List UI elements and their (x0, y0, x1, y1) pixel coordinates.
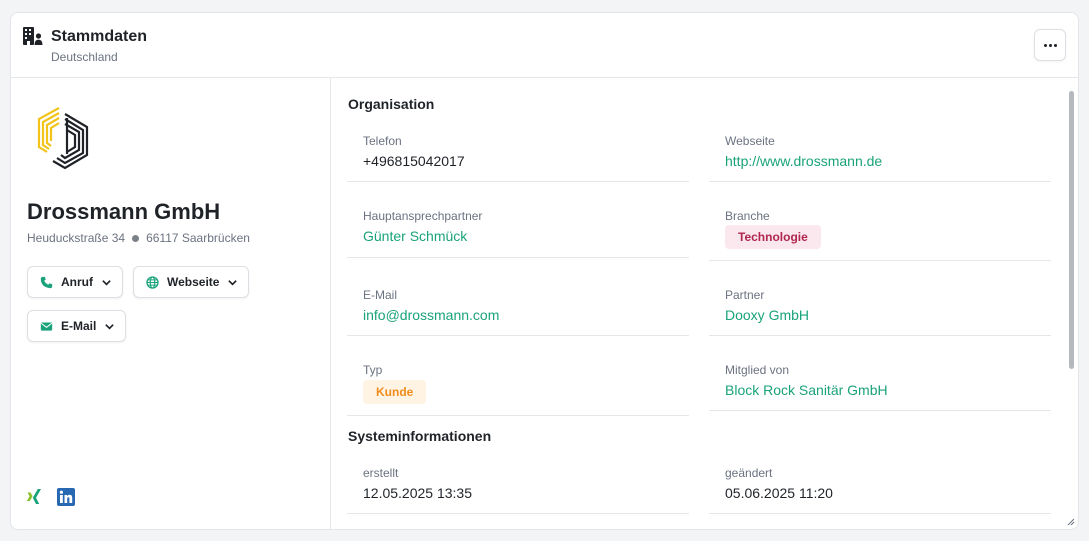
building-user-icon (23, 27, 43, 45)
field-telefon: Telefon +496815042017 (347, 134, 689, 182)
chevron-down-icon (228, 279, 238, 286)
phone-value[interactable]: +496815042017 (363, 153, 465, 169)
field-label: E-Mail (363, 288, 398, 302)
section-title-systeminformationen: Systeminformationen (348, 428, 492, 444)
website-link[interactable]: http://www.drossmann.de (725, 153, 882, 169)
scrollbar-thumb[interactable] (1069, 91, 1074, 369)
chevron-down-icon (102, 279, 111, 286)
call-button-label: Anruf (61, 275, 93, 289)
modified-value: 05.06.2025 11:20 (725, 485, 833, 501)
industry-badge: Technologie (725, 225, 821, 249)
field-label: Hauptansprechpartner (363, 209, 483, 223)
phone-icon (40, 276, 53, 288)
field-email: E-Mail info@drossmann.com (347, 288, 689, 336)
field-label: Webseite (725, 134, 775, 148)
page-title: Stammdaten (51, 28, 148, 45)
field-webseite: Webseite http://www.drossmann.de (709, 134, 1051, 182)
separator-dot (132, 234, 140, 242)
website-button[interactable]: Webseite (133, 266, 250, 298)
envelope-icon (40, 321, 53, 331)
field-label: Typ (363, 363, 383, 377)
field-label: geändert (725, 466, 773, 480)
card-header: Stammdaten Deutschland (11, 13, 1078, 78)
partner-link[interactable]: Dooxy GmbH (725, 307, 809, 323)
email-button[interactable]: E-Mail (27, 310, 127, 342)
field-mitglied-von: Mitglied von Block Rock Sanitär GmbH (709, 363, 1051, 411)
details-panel: Organisation Telefon +496815042017 Webse… (332, 78, 1078, 529)
address-city: 66117 Saarbrücken (146, 231, 250, 245)
field-label: Telefon (363, 134, 402, 148)
field-typ: Typ Kunde (347, 363, 689, 416)
more-options-button[interactable] (1034, 29, 1066, 61)
type-badge: Kunde (363, 380, 427, 404)
field-geaendert: geändert 05.06.2025 11:20 (709, 466, 1051, 514)
field-branche: Branche Technologie (709, 209, 1051, 261)
field-label: Branche (725, 209, 770, 223)
xing-icon[interactable] (25, 488, 43, 506)
field-label: Partner (725, 288, 765, 302)
field-label: erstellt (363, 466, 399, 480)
member-of-link[interactable]: Block Rock Sanitär GmbH (725, 382, 888, 398)
company-name: Drossmann GmbH (27, 199, 221, 224)
contact-person-link[interactable]: Günter Schmück (363, 228, 467, 244)
company-logo (37, 107, 89, 170)
website-button-label: Webseite (167, 275, 220, 289)
created-value: 12.05.2025 13:35 (363, 485, 472, 501)
email-button-label: E-Mail (61, 319, 97, 333)
linkedin-icon[interactable] (57, 488, 75, 506)
email-link[interactable]: info@drossmann.com (363, 307, 499, 323)
company-address: Heuduckstraße 34 66117 Saarbrücken (27, 231, 250, 245)
field-partner: Partner Dooxy GmbH (709, 288, 1051, 336)
ellipsis-icon (1043, 43, 1047, 47)
resize-handle-icon[interactable] (1067, 518, 1075, 526)
address-street: Heuduckstraße 34 (27, 231, 126, 245)
company-summary-panel: Drossmann GmbH Heuduckstraße 34 66117 Sa… (11, 78, 331, 529)
chevron-down-icon (105, 323, 115, 330)
globe-icon (146, 275, 159, 289)
stammdaten-card: Stammdaten Deutschland Drossmann GmbH He… (10, 12, 1079, 530)
page-subtitle: Deutschland (51, 50, 118, 64)
section-title-organisation: Organisation (348, 96, 435, 112)
field-hauptansprechpartner: Hauptansprechpartner Günter Schmück (347, 209, 689, 258)
field-label: Mitglied von (725, 363, 790, 377)
field-erstellt: erstellt 12.05.2025 13:35 (347, 466, 689, 514)
call-button[interactable]: Anruf (27, 266, 123, 298)
